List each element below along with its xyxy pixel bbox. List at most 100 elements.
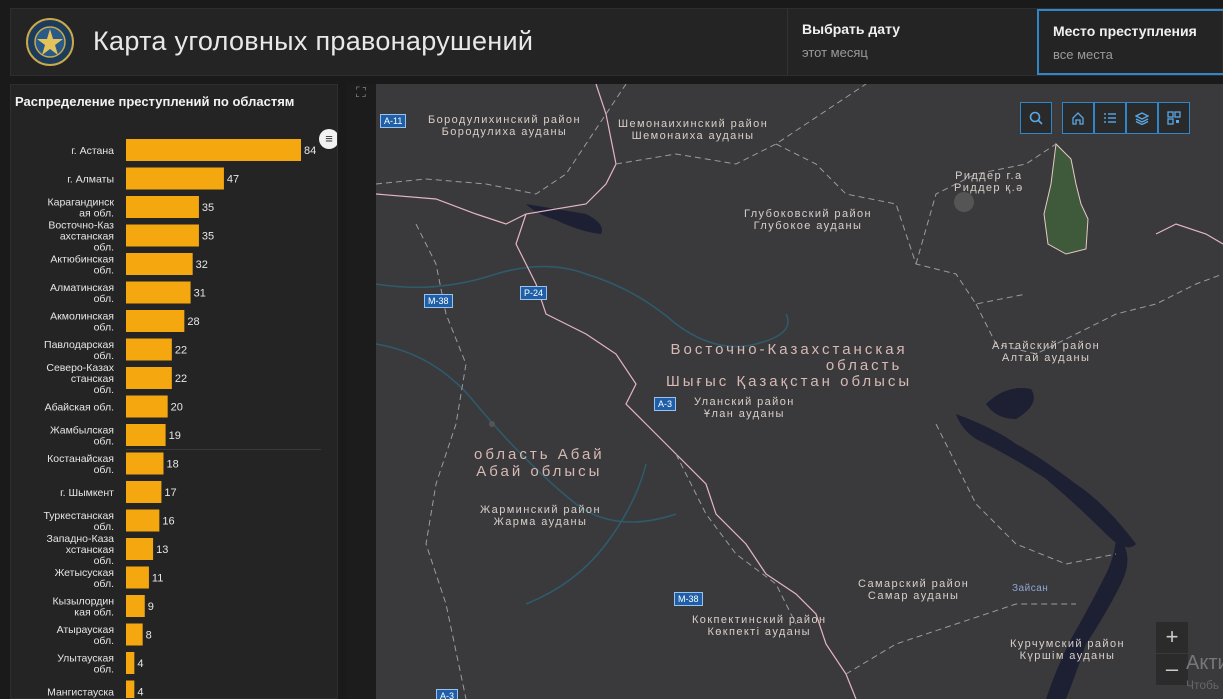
map-label-borodulikha: Бородулихинский район Бородулиха ауданы <box>428 114 581 138</box>
map-label-glubokoe: Глубоковский район Глубокое ауданы <box>744 208 873 232</box>
search-icon[interactable] <box>1020 102 1052 134</box>
chart-category-label: Павлодарская обл. <box>44 339 114 362</box>
activation-watermark: Акти <box>1186 652 1223 674</box>
chart-bar[interactable] <box>126 538 154 560</box>
chart-category-label: Алматинская обл. <box>50 282 114 305</box>
chart-category-label: Мангистауска <box>47 687 114 699</box>
chart-category-label: г. Алматы <box>67 174 114 186</box>
zoom-out-button[interactable]: – <box>1156 654 1188 686</box>
chart-category-label: Кызылордин кая обл. <box>53 596 115 619</box>
map-view[interactable]: Бородулихинский район Бородулиха ауданы Ш… <box>376 84 1223 699</box>
chart-bar[interactable] <box>126 452 164 475</box>
map-label-kurchum: Курчумский район Күршім ауданы <box>1010 638 1125 662</box>
chart-bar[interactable] <box>126 338 172 361</box>
date-selector-label: Выбрать дату <box>802 21 901 37</box>
chart-value-label: 84 <box>304 145 316 157</box>
chart-bar[interactable] <box>126 566 149 589</box>
map-label-shemonaikha: Шемонаихинский район Шемонаиха ауданы <box>618 118 769 142</box>
map-label-zaisan: Зайсан <box>1012 583 1049 594</box>
chart-bar[interactable] <box>126 310 185 332</box>
chart-category-label: Туркестанская обл. <box>43 510 114 533</box>
chart-value-label: 8 <box>146 630 152 642</box>
road-shield: А-11 <box>380 114 407 128</box>
layers-icon[interactable] <box>1126 102 1158 134</box>
map-label-abai: область Абай Абай облысы <box>474 446 605 480</box>
chart-bar[interactable] <box>126 139 301 161</box>
road-shield: А-3 <box>436 689 459 699</box>
map-label-kokpekty: Кокпектинский район Көкпекті ауданы <box>692 614 827 638</box>
emblem-logo <box>26 18 74 66</box>
chart-category-label: Атырауская обл. <box>57 624 114 647</box>
chart-panel: Распределение преступлений по областям ≡… <box>10 84 338 699</box>
zoom-in-button[interactable]: + <box>1156 622 1188 654</box>
road-shield: Р-24 <box>520 286 548 300</box>
chart-bar[interactable] <box>126 424 166 446</box>
chart-value-label: 16 <box>162 516 174 528</box>
chart-value-label: 19 <box>169 430 181 442</box>
chart-value-label: 28 <box>187 316 199 328</box>
chart-value-label: 35 <box>202 231 214 243</box>
chart-value-label: 31 <box>194 288 206 300</box>
list-icon[interactable] <box>1094 102 1126 134</box>
map-label-altai: Алтайский район Алтай ауданы <box>992 340 1101 364</box>
app-header: Карта уголовных правонарушений Выбрать д… <box>10 8 1223 76</box>
map-label-samar: Самарский район Самар ауданы <box>858 578 970 602</box>
chart-category-label: Актюбинская обл. <box>50 254 114 277</box>
map-geometry <box>376 84 1223 699</box>
chart-value-label: 4 <box>137 658 143 670</box>
chart-category-label: Северо-Казах станская обл. <box>46 362 114 396</box>
road-shield: М-38 <box>424 294 453 308</box>
chart-bar[interactable] <box>126 481 162 503</box>
map-label-ridder: Риддер г.а Риддер қ.ә <box>954 170 1024 194</box>
chart-bar[interactable] <box>126 196 199 218</box>
chart-value-label: 9 <box>148 601 154 613</box>
chart-category-label: г. Шымкент <box>60 487 114 499</box>
expand-icon[interactable]: ⛶ <box>356 84 374 102</box>
qr-code-icon[interactable] <box>1158 102 1190 134</box>
chart-bar[interactable] <box>126 680 135 699</box>
chart-category-label: Карагандинск ая обл. <box>47 197 114 220</box>
map-label-zharma: Жарминский район Жарма ауданы <box>480 504 601 528</box>
chart-value-label: 13 <box>156 544 168 556</box>
chart-value-label: 35 <box>202 202 214 214</box>
place-selector[interactable]: Место преступления все места <box>1037 9 1223 75</box>
chart-category-label: Жамбылская обл. <box>50 425 114 448</box>
map-search-tool <box>1020 102 1052 134</box>
chart-bar[interactable] <box>126 253 193 275</box>
activation-watermark-sub: Чтобь <box>1186 678 1220 692</box>
chart-category-label: Жетысуская обл. <box>55 567 114 590</box>
chart-value-label: 20 <box>171 402 183 414</box>
chart-value-label: 4 <box>137 687 143 699</box>
map-toolbar <box>1062 102 1190 134</box>
chart-value-label: 47 <box>227 174 239 186</box>
chart-value-label: 17 <box>164 487 176 499</box>
chart-bar[interactable] <box>126 281 191 304</box>
road-shield: М-38 <box>674 592 703 606</box>
place-selector-label: Место преступления <box>1053 23 1197 39</box>
chart-bar[interactable] <box>126 623 143 646</box>
home-icon[interactable] <box>1062 102 1094 134</box>
chart-bar[interactable] <box>126 367 172 389</box>
chart-value-label: 32 <box>196 259 208 271</box>
chart-category-label: Западно-Каза хстанская обл. <box>47 533 115 567</box>
chart-category-label: Костанайская обл. <box>47 453 114 476</box>
chart-bar[interactable] <box>126 652 135 674</box>
chart-bar[interactable] <box>126 224 199 247</box>
chart-bar[interactable] <box>126 167 224 190</box>
chart-category-label: Абайская обл. <box>45 402 114 414</box>
chart-category-label: Улытауская обл. <box>57 653 114 676</box>
bar-chart: 84г. Астана47г. Алматы35Карагандинск ая о… <box>43 139 321 699</box>
zoom-controls: + – <box>1156 622 1188 686</box>
place-selector-value: все места <box>1053 47 1113 62</box>
date-selector[interactable]: Выбрать дату этот месяц <box>787 9 1037 75</box>
chart-value-label: 11 <box>152 573 163 585</box>
chart-bar[interactable] <box>126 595 145 617</box>
chart-category-label: Акмолинская обл. <box>50 311 114 334</box>
app-root: Карта уголовных правонарушений Выбрать д… <box>0 0 1223 699</box>
chart-category-label: Восточно-Каз ахстанская обл. <box>48 220 114 254</box>
app-title: Карта уголовных правонарушений <box>93 26 534 56</box>
chart-bar[interactable] <box>126 395 168 418</box>
chart-category-label: г. Астана <box>71 145 114 157</box>
chart-value-label: 18 <box>167 459 179 471</box>
chart-bar[interactable] <box>126 509 160 532</box>
